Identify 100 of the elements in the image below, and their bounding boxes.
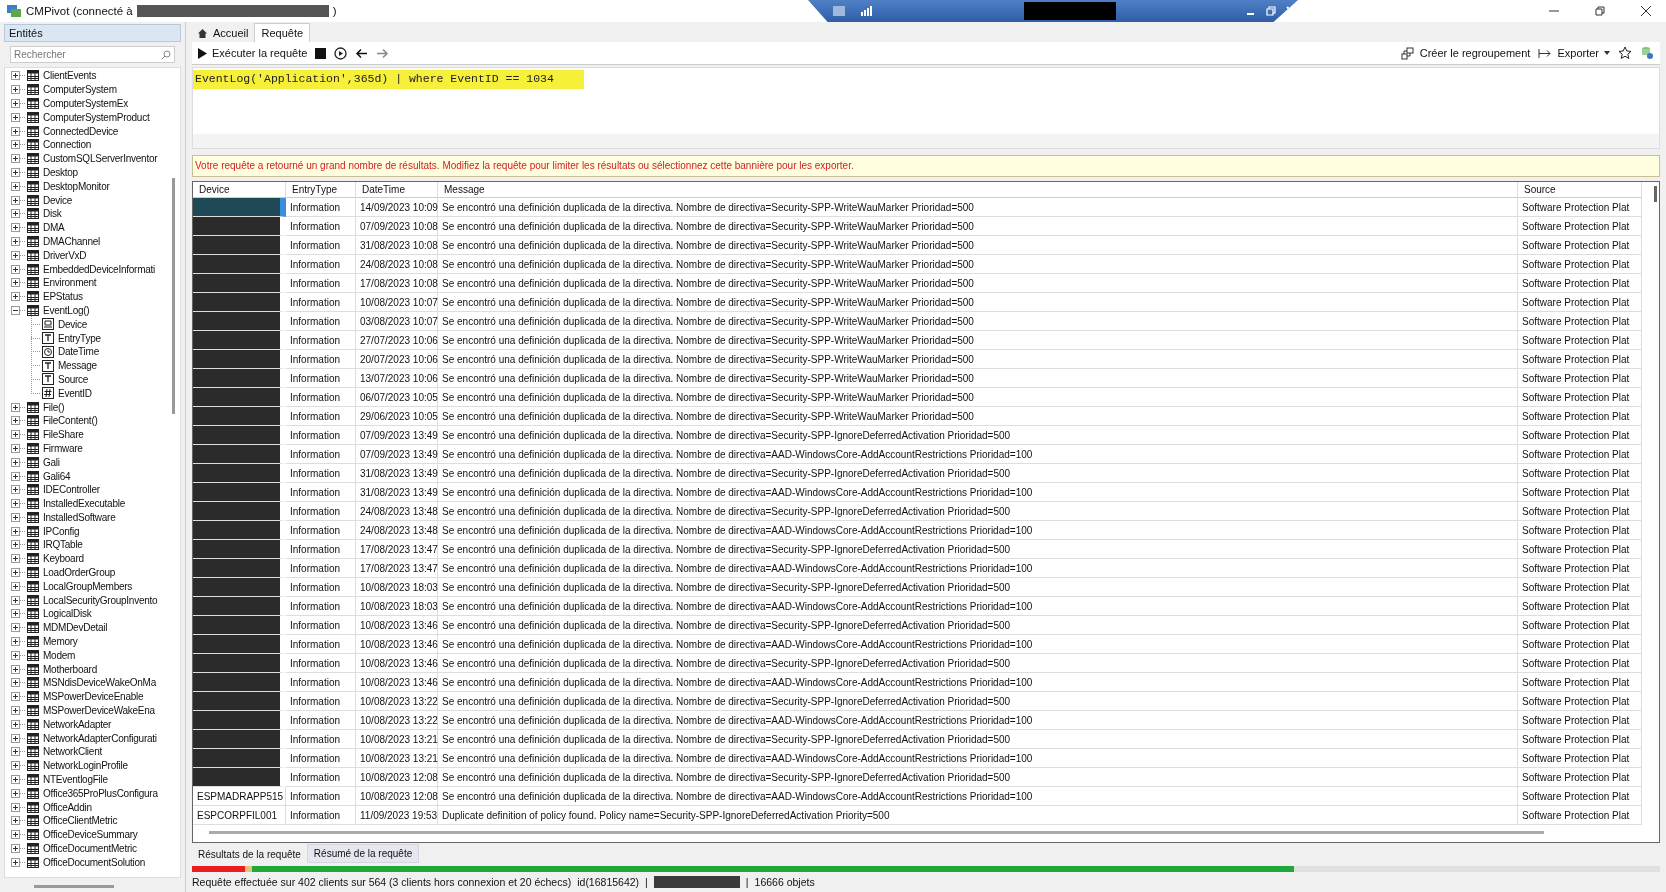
expand-toggle[interactable] [11,126,20,136]
scrollbar[interactable] [1654,186,1657,202]
tree-item[interactable]: NetworkLoginProfile [43,760,128,772]
tree-item[interactable]: DriverVxD [43,249,87,261]
search-field[interactable]: Rechercher [10,46,175,63]
expand-toggle[interactable] [11,540,20,550]
expand-toggle[interactable] [11,706,20,716]
tree-item[interactable]: Office365ProPlusConfigura [43,787,158,799]
tree-item[interactable]: Source [58,373,89,385]
tree-item[interactable]: OfficeAddin [43,801,92,813]
tree-item[interactable]: LoadOrderGroup [43,567,116,579]
expand-toggle[interactable] [11,430,20,440]
expand-toggle[interactable] [11,623,20,633]
expand-toggle[interactable] [11,181,20,191]
expand-toggle[interactable] [11,595,20,605]
tree-item[interactable]: EmbeddedDeviceInformati [43,263,156,275]
expand-toggle[interactable] [11,719,20,729]
expand-toggle[interactable] [11,416,20,426]
signal-icon[interactable] [860,6,872,16]
expand-toggle[interactable] [11,816,20,826]
expand-toggle[interactable] [11,554,20,564]
column-header[interactable]: EntryType [286,182,356,199]
tree-item[interactable]: Environment [43,277,97,289]
expand-toggle[interactable] [11,650,20,660]
tree-item[interactable]: InstalledSoftware [43,511,116,523]
tree-item[interactable]: NTEventlogFile [43,774,108,786]
tree-item[interactable]: EventID [58,387,92,399]
tree-item[interactable]: Modem [43,649,76,661]
expand-toggle[interactable] [11,223,20,233]
tree-item[interactable]: MSNdisDeviceWakeOnMa [43,677,156,689]
tree-item[interactable]: DMAChannel [43,235,100,247]
tree-item[interactable]: NetworkClient [43,746,102,758]
tree-item[interactable]: ComputerSystemEx [43,98,128,109]
expand-toggle[interactable] [11,112,20,122]
expand-toggle[interactable] [11,830,20,840]
expand-toggle[interactable] [11,250,20,260]
expand-toggle[interactable] [11,167,20,177]
column-header[interactable]: Message [438,182,1518,199]
restore-icon[interactable] [1594,5,1606,17]
expand-toggle[interactable] [11,457,20,467]
forward-arrow-icon[interactable] [376,47,390,59]
expand-toggle[interactable] [11,692,20,702]
play-circle-icon[interactable] [334,46,348,60]
tree-item[interactable]: Keyboard [43,553,84,565]
expand-toggle[interactable] [11,292,20,302]
database-icon[interactable] [1640,46,1654,60]
expand-toggle[interactable] [11,788,20,798]
expand-toggle[interactable] [11,99,20,108]
scrollbar[interactable] [34,885,114,888]
tree-item[interactable]: EPStatus [43,291,83,303]
expand-toggle[interactable] [11,747,20,757]
scrollbar[interactable] [193,134,1659,148]
tree-item[interactable]: MDMDevDetail [43,622,108,634]
tree-item[interactable]: Gali [43,456,60,468]
expand-toggle[interactable] [11,678,20,688]
tree-item[interactable]: OfficeClientMetric [43,815,118,827]
expand-toggle[interactable] [11,278,20,288]
tab[interactable]: Accueil [192,24,255,42]
tree-item[interactable]: ComputerSystemProduct [43,111,150,123]
tree-item[interactable]: MSPowerDeviceWakeEna [43,705,155,717]
expand-toggle[interactable] [11,485,20,495]
stop-icon[interactable] [315,47,327,59]
expand-toggle[interactable] [11,581,20,591]
tree-item[interactable]: IDEController [43,484,100,496]
expand-toggle[interactable] [11,512,20,522]
tree-item[interactable]: DMA [43,222,65,234]
group-button[interactable]: Créer le regroupement [1400,46,1531,60]
expand-toggle[interactable] [11,637,20,647]
expand-toggle[interactable] [11,209,20,219]
expand-toggle[interactable] [11,802,20,812]
expand-toggle[interactable] [11,264,20,274]
tree-item[interactable]: DesktopMonitor [43,180,110,192]
expand-toggle[interactable] [11,568,20,578]
expand-toggle[interactable] [11,443,20,453]
export-button[interactable]: Exporter [1538,47,1610,59]
tree-item[interactable]: Disk [43,208,62,220]
tree-item[interactable]: MSPowerDeviceEnable [43,691,144,703]
tree-item[interactable]: EntryType [58,332,101,344]
tree-item[interactable]: OfficeDeviceSummary [43,829,138,841]
pin-icon[interactable] [832,5,846,17]
tree-item[interactable]: FileShare [43,429,84,441]
query-editor[interactable]: EventLog('Application',365d) | where EventID == 1034 [192,67,1660,149]
tree-item[interactable]: Message [58,360,97,372]
tree-item[interactable]: ClientEvents [43,70,97,82]
expand-toggle[interactable] [11,526,20,536]
expand-toggle[interactable] [11,857,20,867]
tree-item[interactable]: NetworkAdapterConfigurati [43,732,157,744]
expand-toggle[interactable] [11,844,20,853]
star-icon[interactable] [1618,46,1632,60]
tree-item[interactable]: ConnectedDevice [43,125,119,137]
tree-item[interactable]: Desktop [43,166,78,178]
expand-toggle[interactable] [11,195,20,205]
tree-item[interactable]: Device [58,318,88,330]
tree-item[interactable]: OfficeDocumentMetric [43,843,137,854]
tree-item[interactable]: IPConfig [43,525,80,537]
tree-item[interactable]: CustomSQLServerInventor [43,153,158,165]
expand-toggle[interactable] [11,305,20,315]
tree-item[interactable]: Firmware [43,442,83,454]
expand-toggle[interactable] [11,609,20,619]
tree-item[interactable]: LocalGroupMembers [43,580,133,592]
